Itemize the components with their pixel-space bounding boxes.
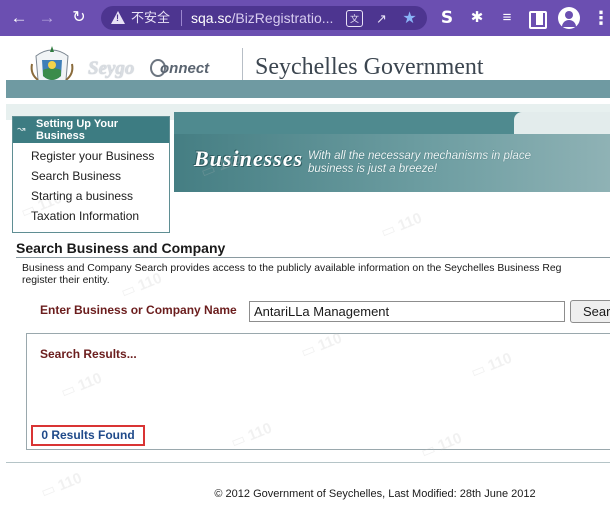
address-separator <box>181 10 182 26</box>
search-button[interactable]: Sear <box>570 300 610 323</box>
banner-tagline-line1: With all the necessary mechanisms in pla… <box>308 150 531 162</box>
footer-text: © 2012 Government of Seychelles, Last Mo… <box>214 488 536 500</box>
seygoconnect-logo: Seygo onnect <box>88 58 218 80</box>
sidebar-heading: ↝ Setting Up Your Business <box>13 117 169 143</box>
browser-toolbar: ← → ↻ 不安全 sqa.sc/BizRegistratio... 文 ↗ ★… <box>0 0 610 36</box>
logo-text-onnect: onnect <box>160 60 210 77</box>
intro-text: Business and Company Search provides acc… <box>22 263 610 287</box>
address-bar[interactable]: 不安全 sqa.sc/BizRegistratio... 文 ↗ ★ <box>101 6 427 30</box>
footer-divider <box>6 462 610 463</box>
translate-icon[interactable]: 文 <box>346 10 363 27</box>
businesses-banner: Businesses With all the necessary mechan… <box>174 112 610 192</box>
search-field-label: Enter Business or Company Name <box>40 303 237 317</box>
url-host: sqa.sc <box>191 10 232 26</box>
back-arrow-icon[interactable]: ← <box>6 5 32 31</box>
url-path: /BizRegistratio... <box>231 10 334 26</box>
sidebar-menu: ↝ Setting Up Your Business Register your… <box>12 116 170 233</box>
reading-list-icon[interactable]: ≡ <box>496 7 518 29</box>
warning-triangle-icon[interactable] <box>111 11 125 24</box>
results-count: 0 Results Found <box>31 425 145 446</box>
sidebar-heading-icon: ↝ <box>17 124 26 135</box>
share-icon[interactable]: ↗ <box>373 10 390 27</box>
sidebar-heading-text: Setting Up Your Business <box>36 118 166 142</box>
sidebar-heading-line2: Business <box>36 130 85 142</box>
extensions-puzzle-icon[interactable]: ✱ <box>466 7 488 29</box>
intro-line2: register their entity. <box>22 275 110 286</box>
banner-heading: Businesses <box>194 146 304 171</box>
logo-text-seygo: Seygo <box>88 58 135 79</box>
banner-tab <box>514 112 610 134</box>
extension-s-icon[interactable]: S <box>436 7 458 29</box>
sidebar-item-register-business[interactable]: Register your Business <box>31 149 169 163</box>
sidebar-item-search-business[interactable]: Search Business <box>31 169 169 183</box>
business-name-input[interactable] <box>249 301 565 322</box>
sidebar-item-taxation-information[interactable]: Taxation Information <box>31 209 169 223</box>
page-footer: © 2012 Government of Seychelles, Last Mo… <box>0 488 610 500</box>
page-heading: Search Business and Company <box>16 240 226 256</box>
heading-divider <box>16 257 610 258</box>
bookmark-star-icon[interactable]: ★ <box>401 10 418 27</box>
reload-icon[interactable]: ↻ <box>66 5 92 31</box>
site-title: Seychelles Government <box>255 54 484 80</box>
header-band <box>6 80 610 98</box>
sidebar-heading-line1: Setting Up Your <box>36 118 119 130</box>
sidebar-item-starting-business[interactable]: Starting a business <box>31 189 169 203</box>
watermark-mark: ▭ 110 <box>378 209 425 242</box>
profile-avatar-icon[interactable] <box>558 7 580 29</box>
forward-arrow-icon[interactable]: → <box>34 5 60 31</box>
results-heading: Search Results... <box>40 347 137 361</box>
banner-tagline-line2: business is just a breeze! <box>308 163 438 175</box>
intro-line1: Business and Company Search provides acc… <box>22 263 562 274</box>
web-page: Seygo onnect Seychelles Government Busin… <box>0 36 610 515</box>
banner-tagline: With all the necessary mechanisms in pla… <box>308 150 588 176</box>
menu-kebab-icon[interactable]: ⋮ <box>592 7 610 29</box>
insecure-label[interactable]: 不安全 <box>131 9 170 27</box>
url-text[interactable]: sqa.sc/BizRegistratio... <box>191 9 341 27</box>
side-panel-icon[interactable] <box>525 7 547 29</box>
